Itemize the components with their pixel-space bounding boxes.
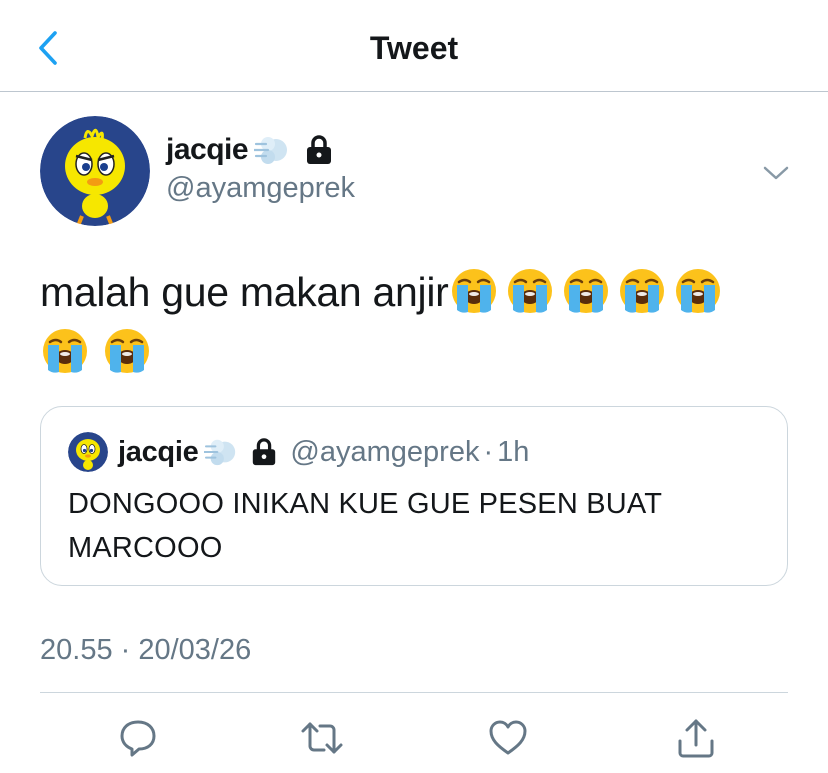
quoted-author-row: jacqie @ayamgeprek · 1h (118, 432, 529, 472)
tweet-timestamp: 20.55 · 20/03/26 (40, 634, 252, 666)
tweety-avatar-image (40, 116, 150, 226)
chevron-down-icon (763, 166, 789, 180)
share-button[interactable] (670, 712, 722, 764)
lock-icon (253, 438, 276, 466)
loudly-crying-face-emoji (561, 266, 611, 316)
avatar[interactable] (40, 116, 150, 226)
loudly-crying-face-emoji (617, 266, 667, 316)
quoted-separator: · (483, 435, 494, 468)
tweet-text-content: malah gue makan anjir (40, 269, 449, 315)
divider (40, 692, 788, 693)
tweet-menu-button[interactable] (758, 155, 794, 191)
author-name-row: jacqie (166, 130, 334, 170)
heart-icon (489, 720, 527, 755)
quoted-avatar (68, 432, 108, 472)
quoted-display-name: jacqie (118, 435, 199, 468)
loudly-crying-face-emoji (102, 326, 152, 376)
loudly-crying-face-emoji (449, 266, 499, 316)
lock-icon (307, 135, 332, 164)
reply-icon (120, 720, 156, 757)
quoted-tweet-text: DONGOOO INIKAN KUE GUE PESEN BUAT MARCOO… (68, 488, 662, 564)
dash-emoji-icon (204, 439, 236, 466)
author-handle[interactable]: @ayamgeprek (166, 172, 355, 205)
emoji-group-line2 (40, 326, 158, 376)
retweet-button[interactable] (296, 712, 348, 764)
emoji-group (449, 269, 729, 315)
page-title: Tweet (369, 30, 459, 66)
loudly-crying-face-emoji (673, 266, 723, 316)
retweet-icon (301, 722, 343, 754)
author-display-name[interactable]: jacqie (166, 133, 249, 167)
dash-emoji-icon (254, 137, 288, 164)
tweety-avatar-image (68, 432, 108, 472)
like-button[interactable] (482, 712, 534, 764)
share-icon (678, 719, 714, 758)
tweet-text: malah gue makan anjir (40, 262, 800, 322)
reply-button[interactable] (112, 712, 164, 764)
quoted-time-ago: 1h (497, 435, 530, 468)
loudly-crying-face-emoji (40, 326, 90, 376)
quoted-handle: @ayamgeprek (290, 435, 480, 468)
loudly-crying-face-emoji (505, 266, 555, 316)
